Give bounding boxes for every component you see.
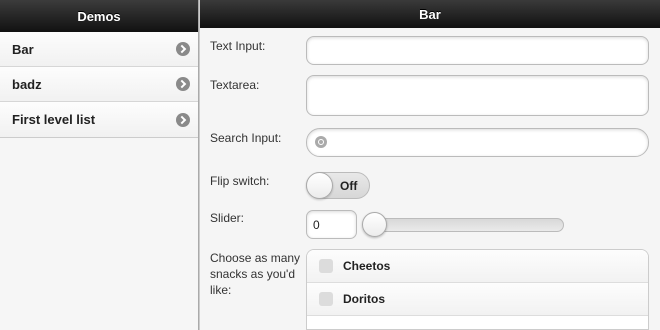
search-icon: [315, 136, 327, 148]
textarea-label: Textarea:: [210, 78, 260, 92]
search-input-label: Search Input:: [210, 131, 282, 145]
slider-handle[interactable]: [362, 212, 387, 237]
nav-item-label: Bar: [12, 41, 34, 57]
textarea[interactable]: [306, 75, 649, 116]
checkbox-label: Doritos: [343, 292, 385, 306]
checkbox-doritos[interactable]: Doritos: [307, 283, 648, 316]
snacks-checkbox-group: Cheetos Doritos: [306, 249, 649, 330]
text-input-label: Text Input:: [210, 39, 266, 53]
flip-switch[interactable]: Off: [306, 172, 370, 199]
search-input[interactable]: [306, 128, 649, 157]
nav-item-label: First level list: [12, 112, 96, 127]
left-panel: Demos Bar badz First level list: [0, 0, 198, 330]
flip-switch-label: Flip switch:: [210, 174, 270, 188]
left-header-title: Demos: [77, 8, 121, 24]
nav-item-badz[interactable]: badz: [0, 67, 198, 102]
slider-track[interactable]: [363, 218, 564, 232]
right-header: Bar: [200, 0, 660, 28]
snacks-label: Choose as many snacks as you'd like:: [210, 251, 301, 297]
slider-value-input[interactable]: 0: [306, 210, 357, 239]
text-input[interactable]: [306, 36, 649, 65]
flip-switch-knob[interactable]: [306, 172, 333, 199]
page-title: Bar: [419, 6, 441, 22]
checkbox-cheetos[interactable]: Cheetos: [307, 250, 648, 283]
checkbox-label: Cheetos: [343, 259, 391, 273]
chevron-right-icon: [176, 42, 190, 56]
nav-list: Bar badz First level list: [0, 32, 198, 138]
checkbox-icon[interactable]: [319, 292, 333, 306]
chevron-right-icon: [176, 112, 190, 127]
slider-label: Slider:: [210, 211, 245, 225]
chevron-right-icon: [176, 77, 190, 91]
left-header: Demos: [0, 0, 198, 32]
checkbox-icon[interactable]: [319, 259, 333, 273]
flip-switch-state: Off: [340, 179, 358, 193]
right-panel: Bar Text Input: Textarea: Search Input: …: [200, 0, 660, 330]
nav-item-first-level-list[interactable]: First level list: [0, 102, 198, 137]
nav-item-bar[interactable]: Bar: [0, 32, 198, 67]
nav-item-label: badz: [12, 76, 42, 92]
